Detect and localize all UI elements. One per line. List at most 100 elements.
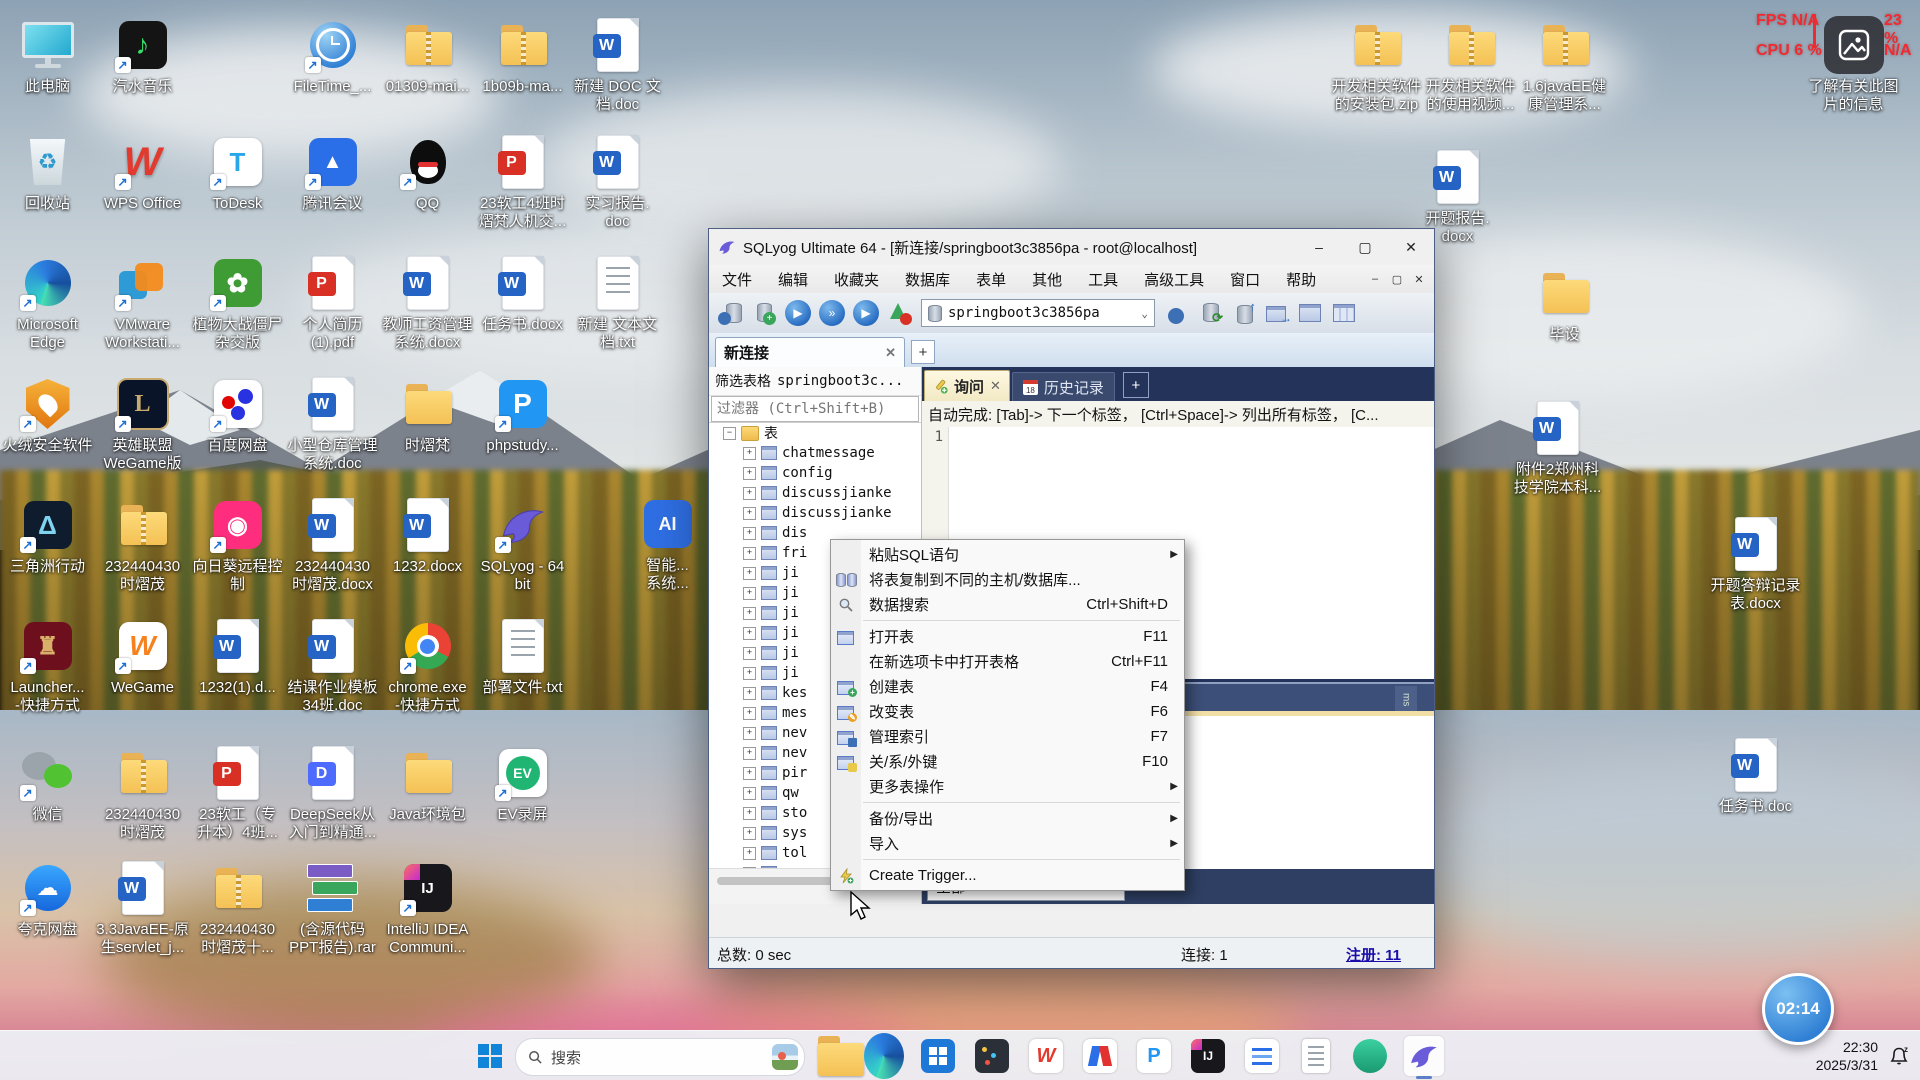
taskbar-app-explorer[interactable] [810,1036,850,1076]
context-menu-item[interactable]: 在新选项卡中打开表格Ctrl+F11 [831,649,1184,674]
context-menu-item[interactable]: 管理索引F7 [831,724,1184,749]
context-menu-item[interactable]: 打开表F11 [831,624,1184,649]
expand-icon[interactable]: + [743,747,756,760]
expand-icon[interactable]: + [743,487,756,500]
desktop-icon[interactable]: IJ↗IntelliJ IDEA Communi... [380,858,475,957]
desktop-icon[interactable]: W小型仓库管理 系统.doc [285,374,380,473]
context-menu-item[interactable]: 粘贴SQL语句▶ [831,542,1184,567]
menu-窗口[interactable]: 窗口 [1217,265,1273,293]
format-query-icon[interactable] [885,298,915,328]
desktop-icon[interactable]: ↗百度网盘 [190,374,285,455]
mdi-restore-icon[interactable]: ▢ [1386,268,1408,290]
desktop-icon[interactable]: W3.3JavaEE-原 生servlet_j... [95,858,190,957]
menu-帮助[interactable]: 帮助 [1273,265,1329,293]
desktop-icon[interactable]: (含源代码 PPT报告).rar [285,858,380,957]
desktop-icon[interactable]: EV↗EV录屏 [475,743,570,824]
taskbar-app-notepad[interactable] [1296,1036,1336,1076]
new-connection-icon[interactable]: + [749,298,779,328]
desktop-icon[interactable]: P23软工4班时 熠梵人机交... [475,132,570,231]
desktop-icon[interactable]: DDeepSeek从 入门到精通... [285,743,380,842]
taskbar-clock[interactable]: 22:30 2025/3/31 [1798,1038,1878,1074]
desktop-icon[interactable]: ☁↗夸克网盘 [0,858,95,939]
context-menu-item[interactable]: +创建表F4 [831,674,1184,699]
context-menu-item[interactable]: 导入▶ [831,831,1184,856]
taskbar-app-idea[interactable]: IJ [1188,1036,1228,1076]
query-tab-close-icon[interactable]: ✕ [990,378,1001,394]
database-select[interactable]: springboot3c3856pa ⌄ [921,299,1155,327]
explain-query-icon[interactable]: ▶ [851,298,881,328]
desktop-icon[interactable]: 新建 文本文 档.txt [570,253,665,352]
menu-工具[interactable]: 工具 [1075,265,1131,293]
desktop-icon[interactable]: 232440430 时熠茂十... [190,858,285,957]
expand-icon[interactable]: + [743,807,756,820]
window-titlebar[interactable]: SQLyog Ultimate 64 - [新连接/springboot3c38… [709,229,1434,265]
desktop-icon[interactable]: ♻回收站 [0,132,95,213]
menu-收藏夹[interactable]: 收藏夹 [821,265,892,293]
refresh-database-icon[interactable]: ⟳ [1195,298,1225,328]
expand-icon[interactable]: + [743,647,756,660]
desktop-icon[interactable]: W任务书.doc [1708,735,1803,816]
desktop-icon[interactable]: W任务书.docx [475,253,570,334]
expand-icon[interactable]: + [743,467,756,480]
expand-icon[interactable]: + [743,767,756,780]
taskbar-app-greenapp[interactable] [1350,1036,1390,1076]
context-menu-item[interactable]: 备份/导出▶ [831,806,1184,831]
desktop-icon[interactable]: ♜↗Launcher... -快捷方式 [0,616,95,715]
desktop-icon[interactable]: P23软工（专 升本）4班... [190,743,285,842]
tree-table-item[interactable]: +chatmessage [709,443,921,463]
desktop-icon[interactable]: W新建 DOC 文 档.doc [570,15,665,114]
expand-icon[interactable]: + [743,627,756,640]
desktop-icon[interactable]: 了解有关此图 片的信息 [1806,15,1901,114]
desktop-icon[interactable]: W↗WeGame [95,616,190,697]
expand-icon[interactable]: + [743,707,756,720]
tree-table-item[interactable]: +discussjianke [709,503,921,523]
table-filter-input[interactable] [711,396,919,422]
taskbar-search[interactable]: 搜索 [515,1038,805,1076]
expand-icon[interactable]: + [743,587,756,600]
tree-table-item[interactable]: +discussjianke [709,483,921,503]
desktop-icon[interactable]: 1.6javaEE健 康管理系... [1517,15,1612,114]
tree-root-tables[interactable]: −表 [709,423,921,443]
menu-编辑[interactable]: 编辑 [765,265,821,293]
expand-icon[interactable]: + [743,687,756,700]
desktop-icon[interactable]: W教师工资管理 系统.docx [380,253,475,352]
desktop-icon[interactable]: ↗QQ [380,132,475,213]
expand-icon[interactable]: + [743,787,756,800]
menu-文件[interactable]: 文件 [709,265,765,293]
taskbar-app-docsapp[interactable] [1080,1036,1120,1076]
expand-icon[interactable]: + [743,527,756,540]
desktop-icon[interactable]: W开题答辩记录 表.docx [1708,514,1803,613]
status-register-link[interactable]: 注册: 11 [1346,944,1401,965]
desktop-icon[interactable]: ↗SQLyog - 64 bit [475,495,570,594]
desktop-icon[interactable]: Δ↗三角洲行动 [0,495,95,576]
execute-query-icon[interactable]: ▶ [783,298,813,328]
desktop-icon[interactable]: ↗Microsoft Edge [0,253,95,352]
desktop-icon[interactable]: 开发相关软件 的使用视频... [1423,15,1518,114]
mdi-close-icon[interactable]: ✕ [1408,268,1430,290]
context-menu-item[interactable]: 更多表操作▶ [831,774,1184,799]
desktop-icon[interactable]: ✿↗植物大战僵尸 杂交版 [190,253,285,352]
desktop-icon[interactable]: W232440430 时熠茂.docx [285,495,380,594]
tab-history[interactable]: 18 历史记录 [1012,372,1115,401]
mdi-minimize-icon[interactable]: – [1364,268,1386,290]
taskbar-app-sqlyog[interactable] [1404,1036,1444,1076]
start-button[interactable] [470,1036,510,1076]
desktop-icon[interactable]: ◉↗向日葵远程控 制 [190,495,285,594]
desktop-icon[interactable]: W结课作业模板 34班.doc [285,616,380,715]
new-query-tab-button[interactable]: + [1123,372,1149,398]
user-manager-icon[interactable] [1161,298,1191,328]
desktop-icon[interactable]: 毕设 [1517,263,1612,344]
menu-数据库[interactable]: 数据库 [892,265,963,293]
new-session-tab-button[interactable]: + [911,340,935,364]
expand-icon[interactable]: + [743,847,756,860]
taskbar-app-php[interactable]: P [1134,1036,1174,1076]
taskbar-app-darkapp[interactable] [972,1036,1012,1076]
context-menu-item[interactable]: 将表复制到不同的主机/数据库... [831,567,1184,592]
desktop-icon[interactable]: 232440430 时熠茂 [95,495,190,594]
desktop-icon[interactable]: W实习报告. doc [570,132,665,231]
expand-icon[interactable]: + [743,547,756,560]
desktop-icon[interactable]: ↗chrome.exe -快捷方式 [380,616,475,715]
menu-表单[interactable]: 表单 [963,265,1019,293]
context-menu-item[interactable]: 数据搜索Ctrl+Shift+D [831,592,1184,617]
connect-icon[interactable] [715,298,745,328]
